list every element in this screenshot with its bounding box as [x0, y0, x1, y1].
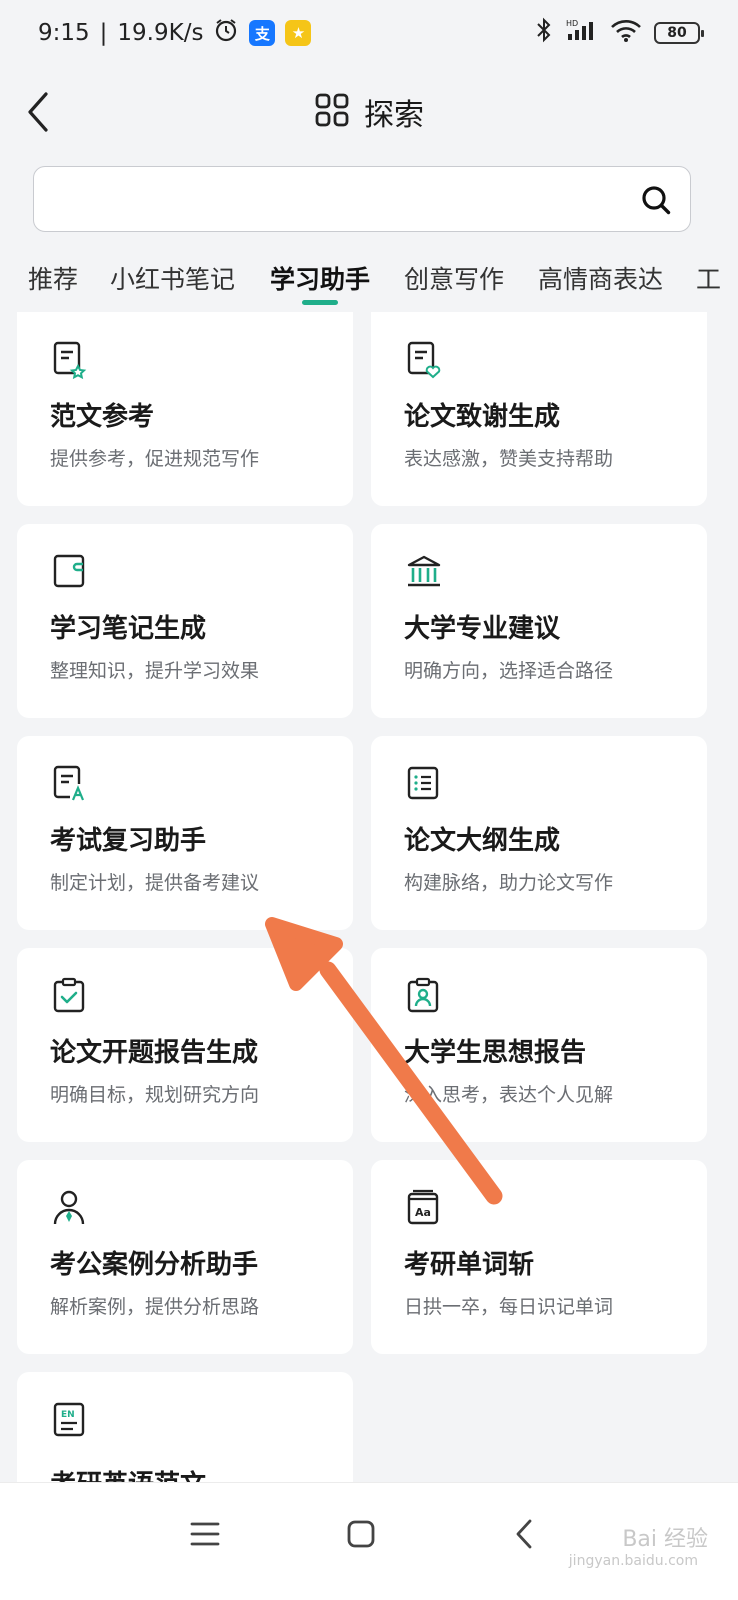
card-desc: 提供参考，促进规范写作: [50, 448, 260, 470]
card-desc: 深入思考，表达个人见解: [404, 1084, 614, 1106]
page-title: 探索: [364, 98, 424, 133]
home-button[interactable]: [336, 1509, 386, 1559]
clipboard-check-icon: [51, 976, 89, 1016]
card-title: 考试复习助手: [50, 826, 207, 856]
card-desc: 解析案例，提供分析思路: [50, 1296, 260, 1318]
card-desc: 整理知识，提升学习效果: [50, 660, 260, 682]
header-title-wrap: 探索: [0, 90, 738, 134]
card-title: 大学专业建议: [404, 614, 561, 644]
grid-icon: [314, 92, 350, 132]
header: 探索: [0, 76, 738, 148]
card-thought-report[interactable]: 大学生思想报告 深入思考，表达个人见解: [371, 948, 707, 1142]
status-bar: 9:15 | 19.9K/s 支 ★ HD 80: [0, 0, 738, 66]
card-title: 考研单词斩: [404, 1250, 535, 1280]
card-desc: 表达感激，赞美支持帮助: [404, 448, 614, 470]
status-left: 9:15 | 19.9K/s 支 ★: [38, 17, 312, 49]
card-civil-case[interactable]: 考公案例分析助手 解析案例，提供分析思路: [17, 1160, 353, 1354]
active-tab-indicator: [302, 300, 338, 305]
status-divider: |: [99, 20, 108, 46]
watermark-brand: Bai 经验: [622, 1527, 708, 1552]
tab-more[interactable]: 工: [696, 260, 721, 296]
university-icon: [405, 552, 443, 592]
tab-xiaohongshu[interactable]: 小红书笔记: [110, 260, 235, 296]
nav-back-icon: [516, 1519, 532, 1549]
tab-creative-writing[interactable]: 创意写作: [404, 260, 504, 296]
person-tie-icon: [51, 1188, 89, 1228]
bluetooth-icon: [536, 17, 552, 49]
svg-text:EN: EN: [61, 1410, 75, 1420]
card-desc: 明确方向，选择适合路径: [404, 660, 614, 682]
card-major-advice[interactable]: 大学专业建议 明确方向，选择适合路径: [371, 524, 707, 718]
card-desc: 明确目标，规划研究方向: [50, 1084, 260, 1106]
doc-a-icon: [51, 764, 89, 804]
card-thanks[interactable]: 论文致谢生成 表达感激，赞美支持帮助: [371, 312, 707, 506]
alarm-icon: [213, 17, 239, 49]
card-fanwen[interactable]: 范文参考 提供参考，促进规范写作: [17, 312, 353, 506]
card-desc: 制定计划，提供备考建议: [50, 872, 260, 894]
card-title: 论文致谢生成: [404, 402, 561, 432]
card-title: 论文大纲生成: [404, 826, 561, 856]
system-nav-bar: Bai 经验 jingyan.baidu.com: [0, 1482, 738, 1600]
card-title: 范文参考: [50, 402, 155, 432]
tab-recommend[interactable]: 推荐: [28, 260, 78, 296]
menu-icon: [190, 1522, 220, 1546]
card-title: 学习笔记生成: [50, 614, 207, 644]
svg-text:Aa: Aa: [415, 1206, 431, 1219]
status-speed: 19.9K/s: [117, 20, 204, 46]
search-icon[interactable]: [640, 184, 672, 216]
card-title: 考公案例分析助手: [50, 1250, 259, 1280]
card-english-essay[interactable]: EN 考研英语范文: [17, 1372, 353, 1484]
app-icon: ★: [285, 20, 312, 46]
list-icon: [405, 764, 443, 804]
card-study-notes[interactable]: 学习笔记生成 整理知识，提升学习效果: [17, 524, 353, 718]
card-title: 论文开题报告生成: [50, 1038, 259, 1068]
search-box[interactable]: [33, 166, 691, 232]
status-time: 9:15: [38, 20, 90, 46]
doc-en-icon: EN: [51, 1400, 89, 1440]
battery-icon: 80: [654, 22, 704, 44]
doc-heart-icon: [405, 340, 443, 380]
card-exam-review[interactable]: 考试复习助手 制定计划，提供备考建议: [17, 736, 353, 930]
card-title: 大学生思想报告: [404, 1038, 587, 1068]
card-desc: 日拱一卒，每日识记单词: [404, 1296, 614, 1318]
card-vocabulary[interactable]: Aa 考研单词斩 日拱一卒，每日识记单词: [371, 1160, 707, 1354]
category-tabs: 推荐 小红书笔记 学习助手 创意写作 高情商表达 工: [0, 254, 738, 314]
card-proposal[interactable]: 论文开题报告生成 明确目标，规划研究方向: [17, 948, 353, 1142]
wifi-icon: [610, 17, 642, 49]
status-right: HD 80: [536, 17, 704, 49]
card-title: 考研英语范文: [50, 1464, 206, 1484]
alipay-icon: 支: [249, 20, 276, 46]
tab-study-assistant[interactable]: 学习助手: [270, 260, 370, 296]
menu-button[interactable]: [180, 1509, 230, 1559]
book-aa-icon: Aa: [405, 1188, 443, 1228]
card-desc: 构建脉络，助力论文写作: [404, 872, 614, 894]
tab-eq-expression[interactable]: 高情商表达: [538, 260, 663, 296]
search-input[interactable]: [52, 179, 612, 219]
doc-star-icon: [51, 340, 89, 380]
watermark-site: jingyan.baidu.com: [568, 1553, 698, 1569]
clipboard-person-icon: [405, 976, 443, 1016]
card-outline[interactable]: 论文大纲生成 构建脉络，助力论文写作: [371, 736, 707, 930]
home-icon: [347, 1520, 375, 1548]
notebook-icon: [51, 552, 89, 592]
signal-icon: HD: [564, 17, 598, 49]
nav-back-button[interactable]: [500, 1509, 550, 1559]
hd-label: HD: [566, 19, 578, 28]
